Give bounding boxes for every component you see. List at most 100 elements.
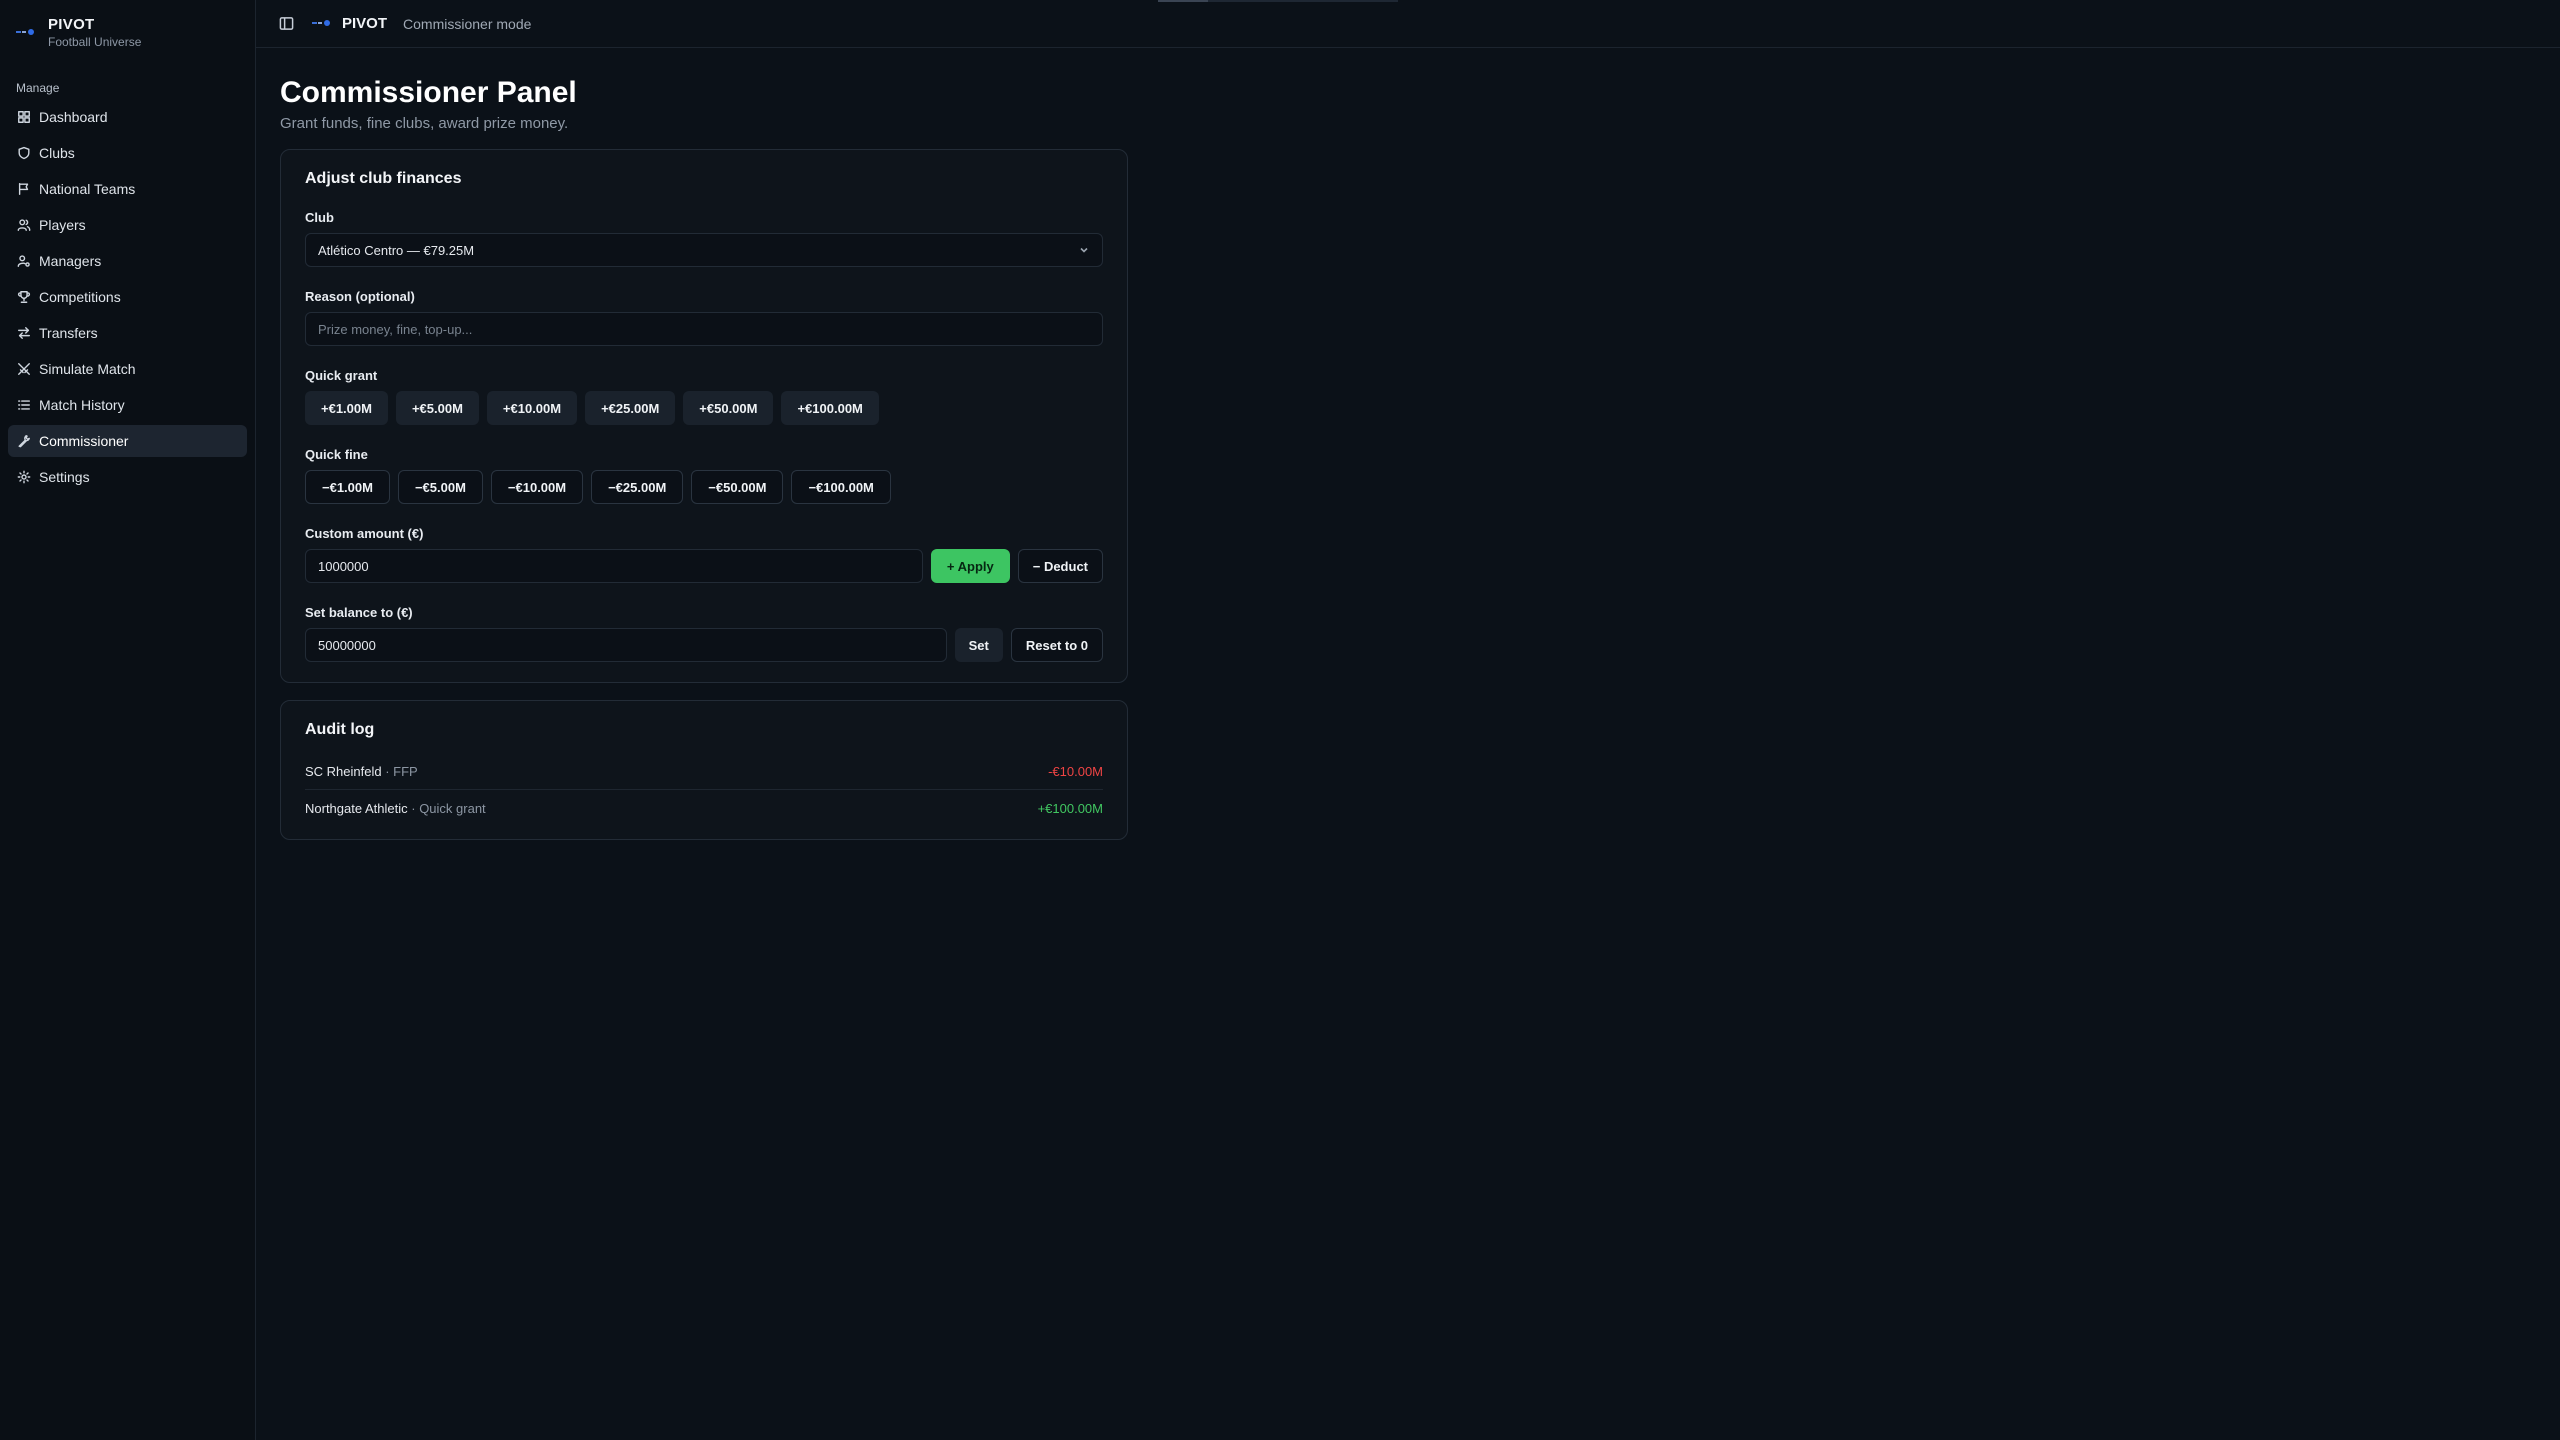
sidebar-item-national-teams[interactable]: National Teams xyxy=(8,173,247,205)
sidebar-item-label: Players xyxy=(39,217,86,233)
set-balance-label: Set balance to (€) xyxy=(305,605,413,620)
dashboard-icon xyxy=(16,109,32,125)
club-select[interactable]: Atlético Centro — €79.25M xyxy=(305,233,1103,267)
pivot-logo-icon xyxy=(312,19,334,29)
brand-name: PIVOT xyxy=(48,16,95,34)
custom-amount-input[interactable]: 1000000 xyxy=(305,549,923,583)
audit-row: Northgate Athletic · Quick grant +€100.0… xyxy=(305,790,1103,827)
audit-amount: +€100.00M xyxy=(1037,801,1103,816)
quick-grant-button[interactable]: +€25.00M xyxy=(585,391,676,425)
flag-icon xyxy=(16,181,32,197)
sidebar-toggle-button[interactable] xyxy=(274,12,298,36)
quick-grant-button[interactable]: +€5.00M xyxy=(395,391,479,425)
sidebar-item-label: Competitions xyxy=(39,289,121,305)
topbar-title: PIVOT xyxy=(342,15,388,32)
sidebar-item-match-history[interactable]: Match History xyxy=(8,389,247,421)
topbar: PIVOT Commissioner mode xyxy=(256,0,2560,48)
shield-icon xyxy=(16,145,32,161)
quick-fine-buttons: −€1.00M −€5.00M −€10.00M −€25.00M −€50.0… xyxy=(305,470,1103,504)
topbar-mode: Commissioner mode xyxy=(403,15,532,32)
card-title: Adjust club finances xyxy=(305,170,462,187)
quick-grant-button[interactable]: +€100.00M xyxy=(781,391,879,425)
sidebar-item-label: Dashboard xyxy=(39,109,108,125)
quick-fine-button[interactable]: −€10.00M xyxy=(490,470,584,504)
quick-grant-button[interactable]: +€1.00M xyxy=(305,391,388,425)
sidebar-item-label: National Teams xyxy=(39,181,136,197)
audit-row: SC Rheinfeld · FFP -€10.00M xyxy=(305,753,1103,790)
list-icon xyxy=(16,397,32,413)
sidebar-item-label: Managers xyxy=(39,253,102,269)
gear-icon xyxy=(16,469,32,485)
card-title: Audit log xyxy=(305,721,375,738)
main-area: PIVOT Commissioner mode Commissioner Pan… xyxy=(256,0,2560,1440)
sidebar-item-label: Transfers xyxy=(39,325,98,341)
app-root: PIVOT Football Universe Manage Dashboard… xyxy=(0,0,2560,1440)
adjust-finances-card: Adjust club finances Club Atlético Centr… xyxy=(280,149,1128,683)
sidebar-nav: Dashboard Clubs National Teams Players M… xyxy=(0,101,255,493)
sidebar-item-managers[interactable]: Managers xyxy=(8,245,247,277)
audit-separator: · xyxy=(407,801,420,816)
sidebar-item-simulate-match[interactable]: Simulate Match xyxy=(8,353,247,385)
page-content: Commissioner Panel Grant funds, fine clu… xyxy=(256,48,2560,840)
set-balance-input[interactable]: 50000000 xyxy=(305,628,947,662)
audit-separator: · xyxy=(381,763,394,779)
chevron-down-icon xyxy=(1080,247,1088,253)
sidebar-item-dashboard[interactable]: Dashboard xyxy=(8,101,247,133)
sidebar-item-settings[interactable]: Settings xyxy=(8,461,247,493)
audit-log-card: Audit log SC Rheinfeld · FFP -€10.00M No… xyxy=(280,700,1128,840)
sidebar: PIVOT Football Universe Manage Dashboard… xyxy=(0,0,256,1440)
quick-grant-button[interactable]: +€10.00M xyxy=(486,391,578,425)
set-button[interactable]: Set xyxy=(954,628,1003,662)
audit-club: Northgate Athletic xyxy=(305,801,408,816)
transfer-icon xyxy=(16,325,32,341)
reason-input[interactable]: Prize money, fine, top-up... xyxy=(305,312,1103,346)
panel-left-icon xyxy=(279,17,293,30)
audit-reason: Quick grant xyxy=(419,801,486,816)
quick-fine-button[interactable]: −€25.00M xyxy=(591,470,684,504)
quick-fine-button[interactable]: −€1.00M xyxy=(305,470,390,504)
sidebar-item-label: Simulate Match xyxy=(39,361,136,377)
user-cog-icon xyxy=(16,253,32,269)
reason-label: Reason (optional) xyxy=(305,289,415,304)
trophy-icon xyxy=(16,289,32,305)
audit-reason: FFP xyxy=(393,763,418,779)
brand-subtitle: Football Universe xyxy=(48,34,142,49)
audit-entry-text: Northgate Athletic · Quick grant xyxy=(305,801,486,816)
deduct-button[interactable]: − Deduct xyxy=(1017,549,1103,583)
sidebar-item-transfers[interactable]: Transfers xyxy=(8,317,247,349)
page-title: Commissioner Panel xyxy=(280,76,577,109)
sidebar-item-label: Settings xyxy=(39,469,90,485)
quick-grant-button[interactable]: +€50.00M xyxy=(683,391,774,425)
sidebar-section-label: Manage xyxy=(16,81,60,95)
sidebar-item-clubs[interactable]: Clubs xyxy=(8,137,247,169)
club-label: Club xyxy=(305,210,334,225)
sidebar-item-label: Clubs xyxy=(39,145,75,161)
quick-grant-label: Quick grant xyxy=(305,368,378,383)
sidebar-item-label: Match History xyxy=(39,397,125,413)
quick-grant-buttons: +€1.00M +€5.00M +€10.00M +€25.00M +€50.0… xyxy=(305,391,1103,425)
quick-fine-button[interactable]: −€100.00M xyxy=(791,470,891,504)
sidebar-item-commissioner[interactable]: Commissioner xyxy=(8,425,247,457)
custom-amount-row: 1000000 + Apply − Deduct xyxy=(305,549,1103,583)
sidebar-item-players[interactable]: Players xyxy=(8,209,247,241)
loading-indicator xyxy=(1158,0,1398,2)
reset-button[interactable]: Reset to 0 xyxy=(1010,628,1103,662)
pivot-logo-icon xyxy=(16,28,38,38)
audit-club: SC Rheinfeld xyxy=(305,763,382,779)
quick-fine-label: Quick fine xyxy=(305,447,368,462)
custom-amount-label: Custom amount (€) xyxy=(305,526,424,541)
sidebar-item-competitions[interactable]: Competitions xyxy=(8,281,247,313)
swords-icon xyxy=(16,361,32,377)
audit-amount: -€10.00M xyxy=(1048,763,1103,779)
brand[interactable]: PIVOT Football Universe xyxy=(0,0,255,50)
apply-button[interactable]: + Apply xyxy=(930,549,1010,583)
quick-fine-button[interactable]: −€50.00M xyxy=(691,470,784,504)
users-icon xyxy=(16,217,32,233)
sidebar-item-label: Commissioner xyxy=(39,433,129,449)
club-select-value: Atlético Centro — €79.25M xyxy=(318,242,475,258)
quick-fine-button[interactable]: −€5.00M xyxy=(397,470,483,504)
wrench-icon xyxy=(16,433,32,449)
audit-entry-text: SC Rheinfeld · FFP xyxy=(305,764,418,779)
set-balance-row: 50000000 Set Reset to 0 xyxy=(305,628,1103,662)
page-subtitle: Grant funds, fine clubs, award prize mon… xyxy=(280,115,569,132)
